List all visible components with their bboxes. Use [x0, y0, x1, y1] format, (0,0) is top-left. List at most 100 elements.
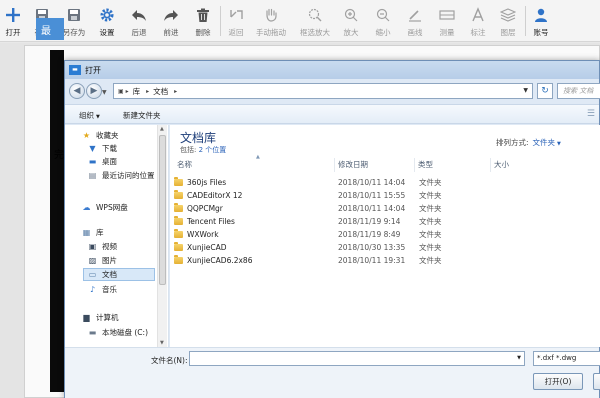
navigation-bar: ◀ ▶ ▼ ▣ ▸ 库 ▸ 文档 ▸ ▼ ↻ 搜索 文档 — [65, 80, 600, 102]
breadcrumb-library[interactable]: 库 — [133, 86, 141, 97]
recent-locations-dropdown[interactable]: ▼ — [102, 89, 107, 96]
column-header-type[interactable]: 类型 — [414, 158, 490, 172]
chevron-down-icon[interactable]: ▼ — [517, 355, 521, 361]
save-as-button[interactable]: 另存为 — [60, 0, 88, 42]
zoom-in-button[interactable]: 放大 — [340, 0, 362, 42]
save-as-icon — [65, 6, 83, 24]
redo-arrow-icon — [162, 6, 180, 24]
document-icon: ▭ — [88, 270, 97, 279]
search-input[interactable]: 搜索 文档 — [557, 83, 600, 99]
file-row[interactable]: WXWork 2018/11/19 8:49 文件夹 — [174, 228, 594, 240]
file-list-pane: 文档库 包括: 2 个位置 排列方式: 文件夹 ▼ ▲ 名称 修改日期 类型 大小 … — [170, 125, 600, 347]
text-a-icon — [469, 6, 487, 24]
forward-button[interactable]: 前进 — [160, 0, 182, 42]
folder-icon — [174, 228, 183, 238]
column-header-size[interactable]: 大小 — [490, 158, 590, 172]
open-button[interactable]: 打开(O) — [533, 373, 583, 390]
nav-item-documents[interactable]: ▭ 文档 — [83, 268, 155, 281]
refresh-button[interactable]: ↻ — [537, 83, 553, 99]
file-row[interactable]: 360js Files 2018/10/11 14:04 文件夹 — [174, 176, 594, 188]
drive-icon: ▬ — [88, 328, 97, 337]
file-row[interactable]: QQPCMgr 2018/10/11 14:04 文件夹 — [174, 202, 594, 214]
undo-arrow-icon — [130, 6, 148, 24]
nav-item-local-disk[interactable]: ▬ 本地磁盘 (C:) — [87, 326, 148, 339]
file-row[interactable]: Tencent Files 2018/11/19 9:14 文件夹 — [174, 215, 594, 227]
nav-item-wps[interactable]: ☁ WPS网盘 — [81, 201, 128, 214]
library-icon: ▦ — [82, 228, 91, 237]
desktop-icon: ▬ — [88, 157, 97, 166]
address-bar[interactable]: ▣ ▸ 库 ▸ 文档 ▸ ▼ — [113, 83, 533, 99]
folder-icon — [174, 189, 183, 199]
dialog-titlebar[interactable]: ▬ 打开 — [65, 61, 599, 79]
nav-item-desktop[interactable]: ▬ 桌面 — [87, 155, 117, 168]
folder-icon — [174, 241, 183, 251]
nav-item-pictures[interactable]: ▨ 图片 — [87, 254, 117, 267]
library-locations-link[interactable]: 2 个位置 — [199, 146, 227, 154]
zoom-box-icon — [306, 6, 324, 24]
library-location-icon: ▣ ▸ — [118, 87, 129, 95]
recent-places-icon: ▤ — [88, 171, 97, 180]
library-title: 文档库 — [180, 131, 217, 145]
nav-pane-scrollbar[interactable]: ▲ ▼ — [157, 125, 167, 347]
nav-item-computer[interactable]: ▆ 计算机 — [81, 311, 118, 324]
nav-item-downloads[interactable]: ▼ 下载 — [87, 142, 117, 155]
zoom-out-icon — [374, 6, 392, 24]
nav-item-music[interactable]: ♪ 音乐 — [87, 283, 117, 296]
folder-icon — [174, 254, 183, 264]
nav-item-libraries[interactable]: ▦ 库 — [81, 226, 104, 239]
breadcrumb-documents[interactable]: 文档 — [153, 86, 168, 97]
account-button[interactable]: 账号 — [530, 0, 552, 42]
filetype-select[interactable]: *.dxf *.dwg — [533, 351, 600, 366]
address-dropdown-icon[interactable]: ▼ — [523, 87, 528, 94]
background-tab[interactable]: 最 — [36, 18, 64, 40]
dialog-footer: 文件名(N): ▼ *.dxf *.dwg 打开(O) — [65, 347, 600, 398]
nav-item-videos[interactable]: ▣ 视频 — [87, 240, 117, 253]
open-file-dialog: ▬ 打开 ◀ ▶ ▼ ▣ ▸ 库 ▸ 文档 ▸ ▼ ↻ 搜索 文档 组织 ▼ 新建… — [64, 60, 600, 398]
return-button[interactable]: 返回 — [225, 0, 247, 42]
star-icon: ★ — [82, 131, 91, 140]
scroll-up-icon[interactable]: ▲ — [160, 126, 164, 132]
layers-button[interactable]: 图层 — [497, 0, 519, 42]
hand-icon — [262, 6, 280, 24]
filename-input[interactable]: ▼ — [189, 351, 525, 366]
settings-button[interactable]: 设置 — [96, 0, 118, 42]
toolbar-separator — [525, 6, 526, 36]
background-panel — [50, 50, 64, 392]
dialog-title: 打开 — [85, 66, 101, 75]
nav-forward-button[interactable]: ▶ — [86, 83, 102, 99]
arrange-by-dropdown[interactable]: 文件夹 — [533, 138, 556, 147]
view-options-icon[interactable]: ☰ — [587, 109, 595, 119]
nav-item-recent[interactable]: ▤ 最近访问的位置 — [87, 169, 155, 182]
pan-button[interactable]: 手动拖动 — [254, 0, 288, 42]
draw-line-button[interactable]: 画线 — [404, 0, 426, 42]
scroll-down-icon[interactable]: ▼ — [160, 340, 164, 346]
annotate-button[interactable]: 标注 — [467, 0, 489, 42]
cancel-button[interactable] — [593, 373, 600, 390]
breadcrumb-separator: ▸ — [174, 87, 178, 95]
return-icon — [227, 6, 245, 24]
file-row[interactable]: XunjieCAD 2018/10/30 13:35 文件夹 — [174, 241, 594, 253]
file-row[interactable]: XunjieCAD6.2x86 2018/10/11 19:31 文件夹 — [174, 254, 594, 266]
main-toolbar: 打开 存储 另存为 设置 后退 前进 删除 — [0, 0, 600, 42]
zoom-in-icon — [342, 6, 360, 24]
back-button[interactable]: 后退 — [128, 0, 150, 42]
app-icon: ▬ — [69, 65, 81, 75]
zoom-box-button[interactable]: 框选放大 — [297, 0, 333, 42]
arrow-left-icon: ◀ — [73, 86, 81, 96]
gear-icon — [98, 6, 116, 24]
file-row[interactable]: CADEditorX 12 2018/10/11 15:55 文件夹 — [174, 189, 594, 201]
command-bar: 组织 ▼ 新建文件夹 ☰ — [65, 104, 599, 124]
new-folder-button[interactable]: 新建文件夹 — [123, 110, 161, 121]
column-header-date[interactable]: 修改日期 — [334, 158, 414, 172]
column-header-name[interactable]: 名称 — [174, 158, 334, 172]
chevron-down-icon: ▼ — [96, 114, 100, 120]
organize-menu[interactable]: 组织 ▼ — [79, 110, 100, 121]
open-button[interactable]: 打开 — [3, 0, 23, 42]
nav-back-button[interactable]: ◀ — [69, 83, 85, 99]
background-text: 完 — [54, 150, 64, 161]
nav-item-favorites[interactable]: ★ 收藏夹 — [81, 129, 119, 142]
scrollbar-thumb[interactable] — [159, 135, 166, 285]
delete-button[interactable]: 删除 — [192, 0, 214, 42]
measure-button[interactable]: 测量 — [436, 0, 458, 42]
zoom-out-button[interactable]: 缩小 — [372, 0, 394, 42]
